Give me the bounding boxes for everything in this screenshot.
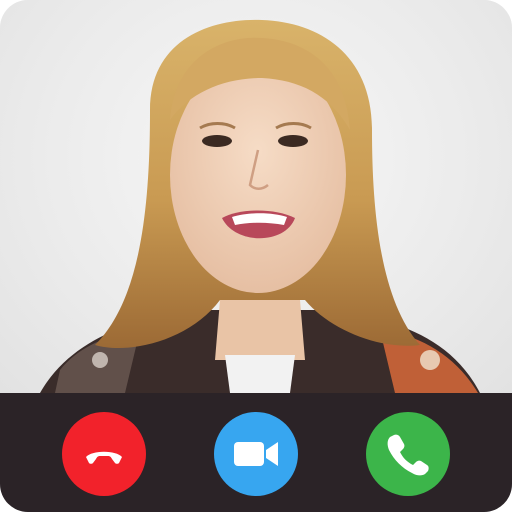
call-control-bar (0, 393, 512, 512)
decline-call-button[interactable] (62, 412, 146, 496)
incoming-call-screen (0, 0, 512, 512)
video-camera-icon (234, 442, 278, 466)
accept-call-button[interactable] (366, 412, 450, 496)
video-call-button[interactable] (214, 412, 298, 496)
phone-hangup-icon (86, 451, 122, 464)
caller-portrait (40, 19, 480, 393)
caller-video-feed (0, 0, 512, 393)
phone-icon (387, 434, 429, 476)
